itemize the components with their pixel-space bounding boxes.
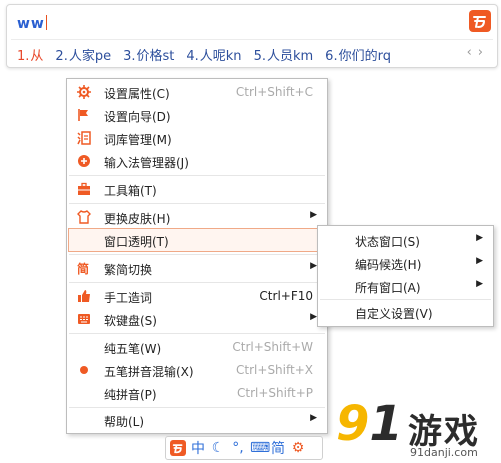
menu-item-shortcut: Ctrl+Shift+P — [237, 386, 313, 400]
transparency-submenu: 状态窗口(S) ▶ 编码候选(H) ▶ 所有窗口(A) ▶ 自定义设置(V) — [317, 225, 494, 327]
menu-item-label: 手工造词 — [104, 291, 153, 305]
watermark-logo-number: 91 — [336, 396, 403, 452]
menu-item-wubi-pinyin-mixed[interactable]: 五笔拼音混输(X) Ctrl+Shift+X — [69, 359, 325, 381]
menu-item-label: 所有窗口(A) — [355, 281, 421, 295]
manager-icon — [78, 155, 90, 167]
submenu-item-code-candidates[interactable]: 编码候选(H) ▶ — [320, 252, 491, 274]
candidate-4[interactable]: 4.人呢kn — [186, 45, 241, 64]
menu-item-toolbox[interactable]: 工具箱(T) — [69, 178, 325, 200]
menu-item-label: 工具箱(T) — [104, 184, 157, 198]
sogou-logo-icon[interactable] — [170, 440, 186, 456]
text-caret — [45, 15, 47, 30]
candidate-1[interactable]: 1.从 — [17, 45, 43, 64]
submenu-arrow-icon: ▶ — [310, 261, 317, 271]
menu-item-label: 设置向导(D) — [104, 110, 171, 124]
toolbox-icon — [78, 182, 90, 195]
svg-text:简: 简 — [77, 261, 89, 275]
submenu-arrow-icon: ▶ — [476, 256, 483, 266]
ime-composition-text: ww — [17, 15, 47, 32]
menu-item-soft-keyboard[interactable]: 软键盘(S) ▶ — [69, 308, 325, 330]
menu-item-setup-wizard[interactable]: 设置向导(D) — [69, 104, 325, 126]
ime-status-bar: 中 ☾ °, ⌨ 简 ⚙ — [165, 436, 323, 460]
watermark-url: 91danji.com — [410, 446, 478, 459]
menu-item-manual-word[interactable]: 手工造词 Ctrl+F10 — [69, 285, 325, 307]
candidate-list: 1.从 2.人家pe 3.价格st 4.人呢kn 5.人员km 6.你们的rq — [17, 45, 391, 64]
menu-item-settings[interactable]: 设置属性(C) Ctrl+Shift+C — [69, 81, 325, 103]
submenu-item-all-windows[interactable]: 所有窗口(A) ▶ — [320, 275, 491, 297]
menu-item-label: 自定义设置(V) — [355, 307, 433, 321]
menu-item-label: 词库管理(M) — [104, 133, 172, 147]
settings-gear-icon[interactable]: ⚙ — [290, 440, 306, 456]
menu-item-traditional-simplified[interactable]: 简 繁简切换 ▶ — [69, 257, 325, 279]
next-page-button[interactable]: › — [478, 45, 489, 60]
shirt-icon — [77, 210, 91, 224]
menu-separator — [69, 407, 325, 408]
submenu-arrow-icon: ▶ — [310, 312, 317, 322]
thumbs-up-icon — [78, 290, 90, 302]
menu-item-label: 繁简切换 — [104, 263, 153, 277]
sogou-logo-icon[interactable] — [469, 10, 491, 32]
submenu-arrow-icon: ▶ — [310, 210, 317, 220]
menu-item-help[interactable]: 帮助(L) ▶ — [69, 409, 325, 431]
menu-item-ime-manager[interactable]: 输入法管理器(J) — [69, 150, 325, 172]
candidate-5[interactable]: 5.人员km — [254, 45, 314, 64]
menu-item-window-transparency[interactable]: 窗口透明(T) — [68, 228, 326, 252]
menu-item-label: 状态窗口(S) — [355, 235, 420, 249]
site-watermark: 91 游戏 91danji.com — [336, 398, 496, 460]
menu-item-pure-pinyin[interactable]: 纯拼音(P) Ctrl+Shift+P — [69, 382, 325, 404]
menu-item-label: 纯拼音(P) — [104, 388, 157, 402]
menu-separator — [69, 254, 325, 255]
menu-item-label: 五笔拼音混输(X) — [104, 365, 194, 379]
candidate-6[interactable]: 6.你们的rq — [325, 45, 391, 64]
ime-input-code: ww — [17, 16, 45, 32]
menu-item-shortcut: Ctrl+Shift+W — [232, 340, 313, 354]
menu-item-pure-wubi[interactable]: 纯五笔(W) Ctrl+Shift+W — [69, 336, 325, 358]
menu-item-change-skin[interactable]: 更换皮肤(H) ▶ — [69, 206, 325, 228]
dictionary-icon — [77, 131, 91, 145]
menu-item-label: 帮助(L) — [104, 415, 145, 429]
submenu-arrow-icon: ▶ — [476, 279, 483, 289]
menu-item-dictionary[interactable]: 词库管理(M) — [69, 127, 325, 149]
traditional-simplified-icon: 简 — [77, 261, 89, 275]
submenu-arrow-icon: ▶ — [310, 413, 317, 423]
menu-item-shortcut: Ctrl+Shift+X — [236, 363, 313, 377]
menu-item-label: 软键盘(S) — [104, 314, 157, 328]
menu-item-label: 设置属性(C) — [104, 87, 170, 101]
punctuation-icon[interactable]: °, — [230, 440, 246, 456]
menu-separator — [69, 175, 325, 176]
selected-dot-icon — [80, 366, 88, 374]
candidate-3[interactable]: 3.价格st — [123, 45, 174, 64]
ime-candidate-window: ww 1.从 2.人家pe 3.价格st 4.人呢kn 5.人员km 6.你们的… — [6, 4, 498, 68]
submenu-arrow-icon: ▶ — [476, 233, 483, 243]
menu-separator — [69, 333, 325, 334]
menu-separator — [69, 203, 325, 204]
menu-item-label: 输入法管理器(J) — [104, 156, 189, 170]
submenu-item-custom-settings[interactable]: 自定义设置(V) — [320, 301, 491, 323]
menu-item-label: 编码候选(H) — [355, 258, 422, 272]
divider — [11, 39, 493, 40]
menu-item-shortcut: Ctrl+Shift+C — [235, 85, 313, 99]
chinese-mode-toggle[interactable]: 中 — [190, 438, 206, 458]
soft-keyboard-icon — [78, 314, 90, 324]
ime-context-menu: 设置属性(C) Ctrl+Shift+C 设置向导(D) 词库管理(M) 输入法… — [66, 78, 328, 434]
menu-item-label: 更换皮肤(H) — [104, 212, 171, 226]
prev-page-button[interactable]: ‹ — [467, 45, 478, 60]
menu-separator — [320, 299, 491, 300]
gear-icon — [77, 85, 91, 99]
menu-item-label: 窗口透明(T) — [104, 235, 169, 249]
menu-separator — [69, 282, 325, 283]
simplified-toggle[interactable]: 简 — [270, 438, 286, 458]
menu-item-label: 纯五笔(W) — [104, 342, 162, 356]
candidate-2[interactable]: 2.人家pe — [55, 45, 111, 64]
candidate-pager: ‹› — [467, 45, 489, 60]
half-width-moon-icon[interactable]: ☾ — [210, 440, 226, 456]
submenu-item-status-window[interactable]: 状态窗口(S) ▶ — [320, 229, 491, 251]
menu-item-shortcut: Ctrl+F10 — [259, 289, 313, 303]
flag-icon — [78, 109, 88, 121]
soft-keyboard-icon[interactable]: ⌨ — [250, 440, 270, 456]
